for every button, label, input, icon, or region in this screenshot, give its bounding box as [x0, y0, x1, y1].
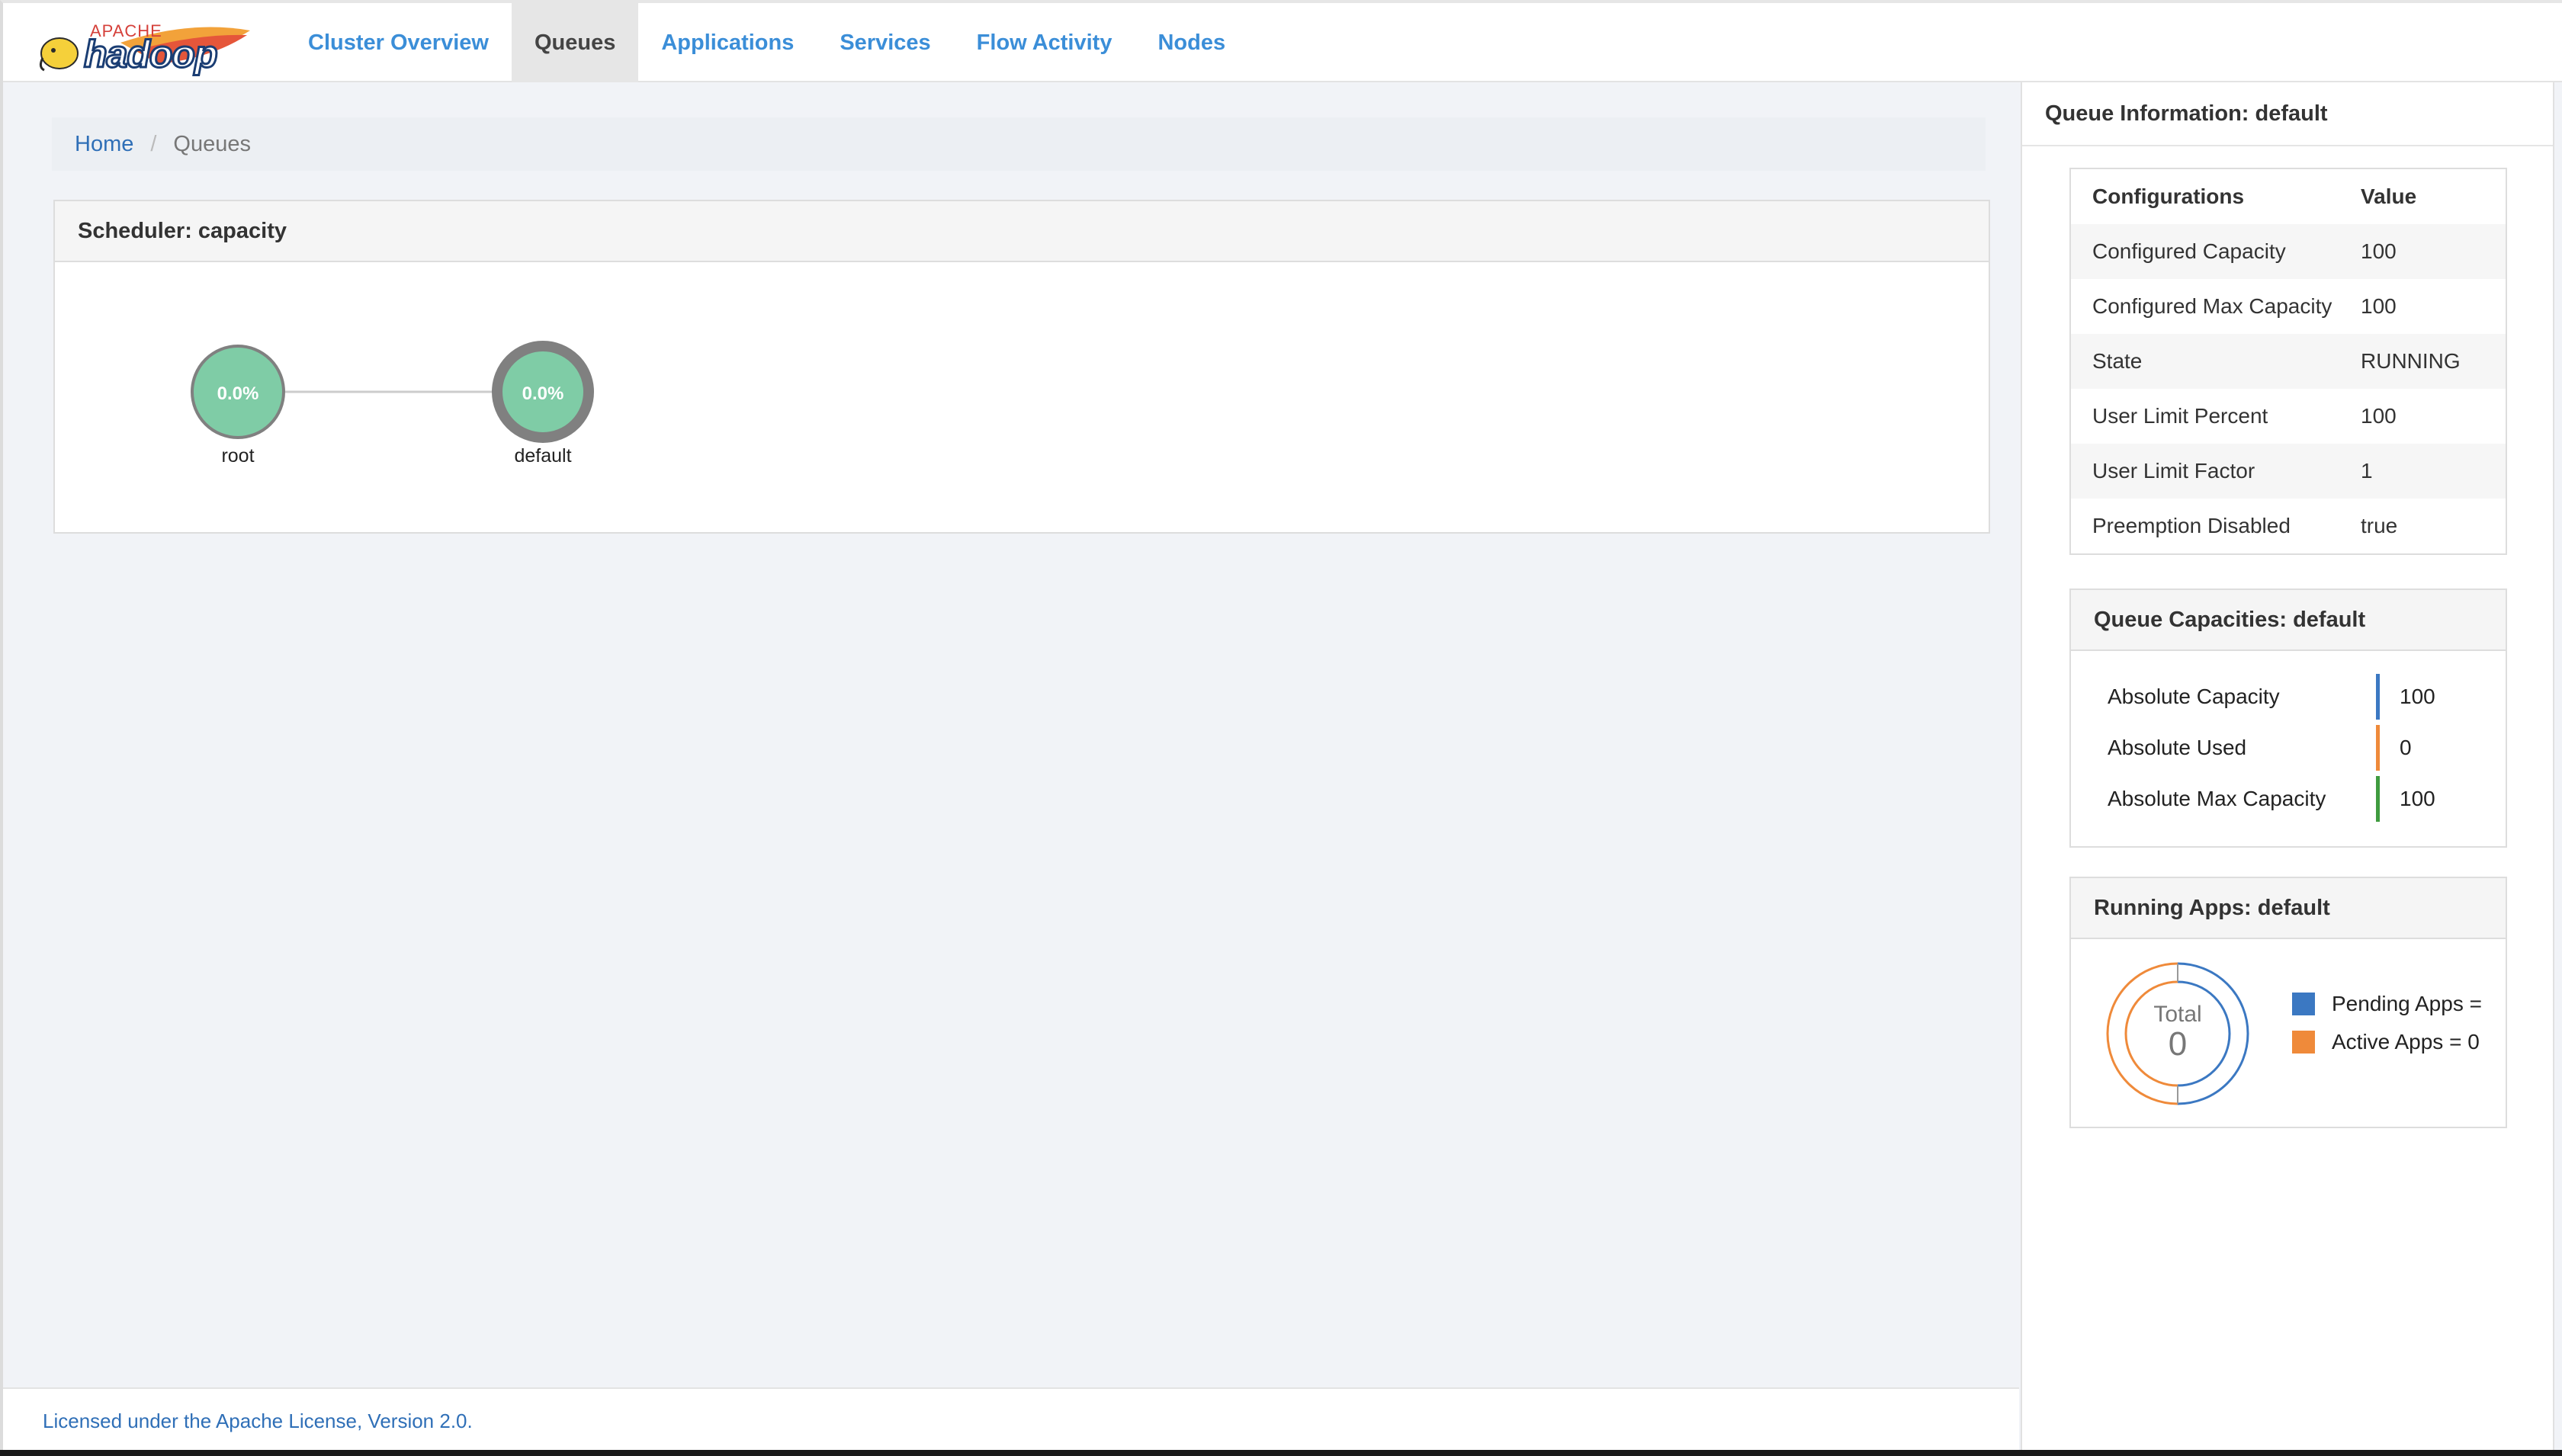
queue-info-title: Queue Information: default [2022, 82, 2553, 146]
running-apps-title: Running Apps: default [2071, 878, 2506, 939]
queue-node-root-usage: 0.0% [217, 383, 259, 404]
config-value: 100 [2361, 404, 2397, 428]
capacity-row: Absolute Capacity 100 [2108, 671, 2506, 722]
table-row: Preemption Disabled true [2071, 499, 2506, 553]
nav-services[interactable]: Services [817, 3, 953, 82]
breadcrumb-home[interactable]: Home [75, 132, 133, 157]
queue-tree-svg: 0.0% root 0.0% default [191, 341, 594, 467]
legend-item: Active Apps = 0 [2292, 1023, 2482, 1061]
queue-graph: 0.0% root 0.0% default [55, 262, 1989, 532]
nav-queues[interactable]: Queues [511, 3, 639, 82]
donut-arc-pending [2177, 962, 2249, 1105]
capacity-value: 0 [2400, 735, 2412, 759]
table-row: Configured Capacity 100 [2071, 224, 2506, 279]
table-row: Configured Max Capacity 100 [2071, 279, 2506, 334]
queue-node-default-usage: 0.0% [522, 383, 564, 404]
queue-capacities-body: Absolute Capacity 100 Absolute Used 0 Ab… [2071, 651, 2506, 824]
config-value: 100 [2361, 239, 2397, 263]
config-value: 1 [2361, 459, 2373, 483]
queue-capacities-panel: Queue Capacities: default Absolute Capac… [2069, 588, 2507, 848]
running-apps-body: Total 0 Pending Apps = Active Apps = 0 [2071, 939, 2506, 1127]
capacity-value: 100 [2400, 684, 2435, 708]
legend-label: Pending Apps = [2332, 992, 2482, 1015]
table-row: State RUNNING [2071, 334, 2506, 389]
donut-total-value: 0 [2169, 1025, 2187, 1063]
breadcrumb: Home / Queues [52, 117, 1986, 171]
scheduler-title: Scheduler: capacity [55, 201, 1989, 262]
table-row: User Limit Factor 1 [2071, 444, 2506, 499]
queue-capacities-title: Queue Capacities: default [2071, 590, 2506, 651]
config-value: true [2361, 514, 2398, 537]
table-row: User Limit Percent 100 [2071, 389, 2506, 444]
nav-nodes[interactable]: Nodes [1135, 3, 1248, 82]
nav-flow-activity[interactable]: Flow Activity [954, 3, 1135, 82]
config-table: Configurations Value Configured Capacity… [2069, 168, 2507, 555]
top-navbar: APACHE hadoop Cluster Overview Queues Ap… [3, 3, 2562, 82]
capacity-color-bar [2376, 673, 2380, 720]
capacity-label: Absolute Used [2108, 735, 2247, 759]
capacity-label: Absolute Capacity [2108, 684, 2280, 708]
queue-info-sidebar: Queue Information: default Configuration… [2021, 82, 2554, 1450]
logo-hadoop-text: hadoop [83, 32, 220, 77]
config-table-header: Configurations Value [2071, 169, 2506, 224]
breadcrumb-separator: / [150, 131, 157, 156]
config-header-col1: Configurations [2092, 184, 2245, 208]
config-header-col2: Value [2361, 184, 2417, 208]
legend-item: Pending Apps = [2292, 985, 2482, 1023]
scheduler-panel: Scheduler: capacity 0.0% root 0.0% defau… [53, 200, 1990, 534]
legend-swatch-pending [2292, 993, 2315, 1015]
capacity-row: Absolute Used 0 [2108, 722, 2506, 773]
config-label: State [2092, 349, 2143, 373]
running-apps-donut: Total 0 [2106, 962, 2249, 1105]
breadcrumb-current: Queues [173, 131, 251, 156]
main-nav: Cluster Overview Queues Applications Ser… [285, 3, 1248, 82]
queue-node-root-label: root [221, 445, 254, 467]
config-label: User Limit Factor [2092, 459, 2255, 483]
running-apps-legend: Pending Apps = Active Apps = 0 [2292, 985, 2482, 1061]
footer: Licensed under the Apache License, Versi… [3, 1387, 2019, 1450]
footer-license-link[interactable]: Licensed under the Apache License, Versi… [43, 1409, 473, 1433]
donut-arc-active [2106, 962, 2178, 1105]
legend-label: Active Apps = 0 [2332, 1030, 2480, 1054]
nav-applications[interactable]: Applications [638, 3, 817, 82]
app-window: APACHE hadoop Cluster Overview Queues Ap… [0, 0, 2562, 1450]
capacity-value: 100 [2400, 786, 2435, 810]
donut-total-label: Total [2153, 1002, 2201, 1027]
capacity-color-bar [2376, 724, 2380, 771]
capacity-color-bar [2376, 775, 2380, 822]
nav-cluster-overview[interactable]: Cluster Overview [285, 3, 512, 82]
queue-node-default[interactable]: 0.0% default [492, 341, 594, 467]
config-label: Preemption Disabled [2092, 514, 2291, 537]
running-apps-panel: Running Apps: default Total 0 Pending Ap… [2069, 877, 2507, 1128]
queue-node-root[interactable]: 0.0% root [191, 345, 285, 467]
config-label: Configured Capacity [2092, 239, 2286, 263]
config-value: 100 [2361, 294, 2397, 318]
capacity-row: Absolute Max Capacity 100 [2108, 773, 2506, 824]
hadoop-logo[interactable]: APACHE hadoop [37, 20, 255, 77]
legend-swatch-active [2292, 1031, 2315, 1054]
capacity-label: Absolute Max Capacity [2108, 786, 2326, 810]
config-label: Configured Max Capacity [2092, 294, 2332, 318]
config-label: User Limit Percent [2092, 404, 2268, 428]
config-value: RUNNING [2361, 349, 2461, 373]
queue-node-default-label: default [514, 445, 571, 467]
